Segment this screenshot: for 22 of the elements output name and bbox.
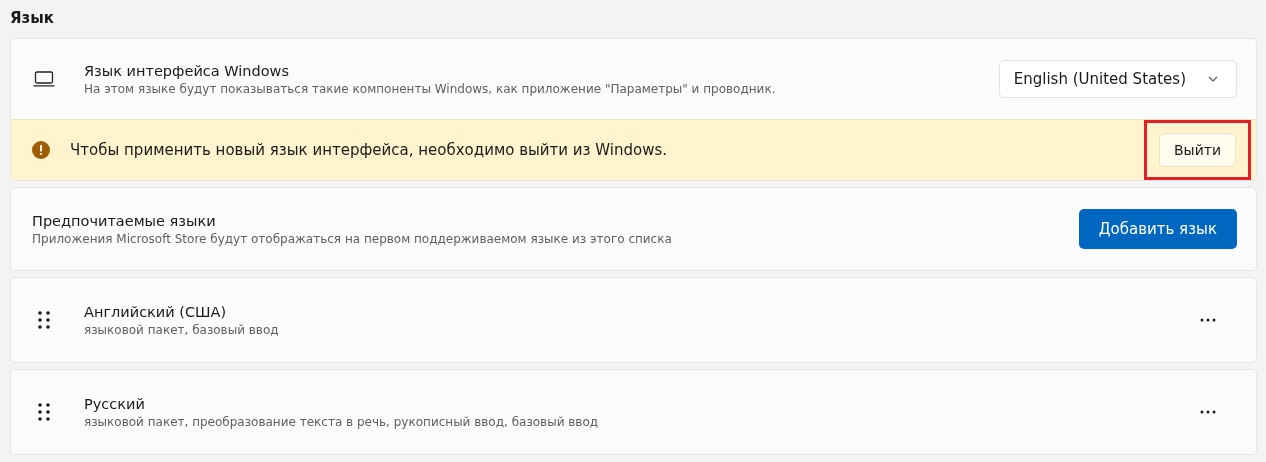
language-name: Русский <box>84 395 146 412</box>
language-name: Английский (США) <box>84 303 228 320</box>
laptop-icon <box>33 71 55 87</box>
warning-message: Чтобы применить новый язык интерфейса, необходимо выйти из Windows. <box>70 141 669 159</box>
warning-icon <box>32 141 50 159</box>
language-features: языковой пакет, преобразование текста в речь, рукописный ввод, базовый ввод <box>84 414 600 429</box>
section-title: Язык <box>10 8 55 29</box>
add-language-button[interactable]: Добавить язык <box>1078 209 1237 249</box>
sign-out-button[interactable]: Выйти <box>1159 133 1236 167</box>
language-row[interactable]: Английский (США) языковой пакет, базовый ввод <box>10 277 1257 363</box>
language-dropdown[interactable]: English (United States) <box>998 60 1237 98</box>
setting-title: Язык интерфейса Windows <box>84 62 290 79</box>
setting-description: Приложения Microsoft Store будут отображаться на первом поддерживаемом языке из этого списка <box>32 231 673 246</box>
setting-title: Предпочитаемые языки <box>32 212 217 229</box>
ellipsis-icon <box>1200 410 1216 414</box>
drag-handle-icon <box>38 402 50 422</box>
chevron-down-icon <box>1208 76 1218 82</box>
language-features: языковой пакет, базовый ввод <box>84 322 280 337</box>
language-row[interactable]: Русский языковой пакет, преобразование текста в речь, рукописный ввод, базовый ввод <box>10 369 1257 455</box>
drag-handle-icon <box>38 310 50 330</box>
setting-description: На этом языке будут показываться такие компоненты Windows, как приложение "Параметры" и проводник. <box>84 81 777 96</box>
ellipsis-icon <box>1200 318 1216 322</box>
